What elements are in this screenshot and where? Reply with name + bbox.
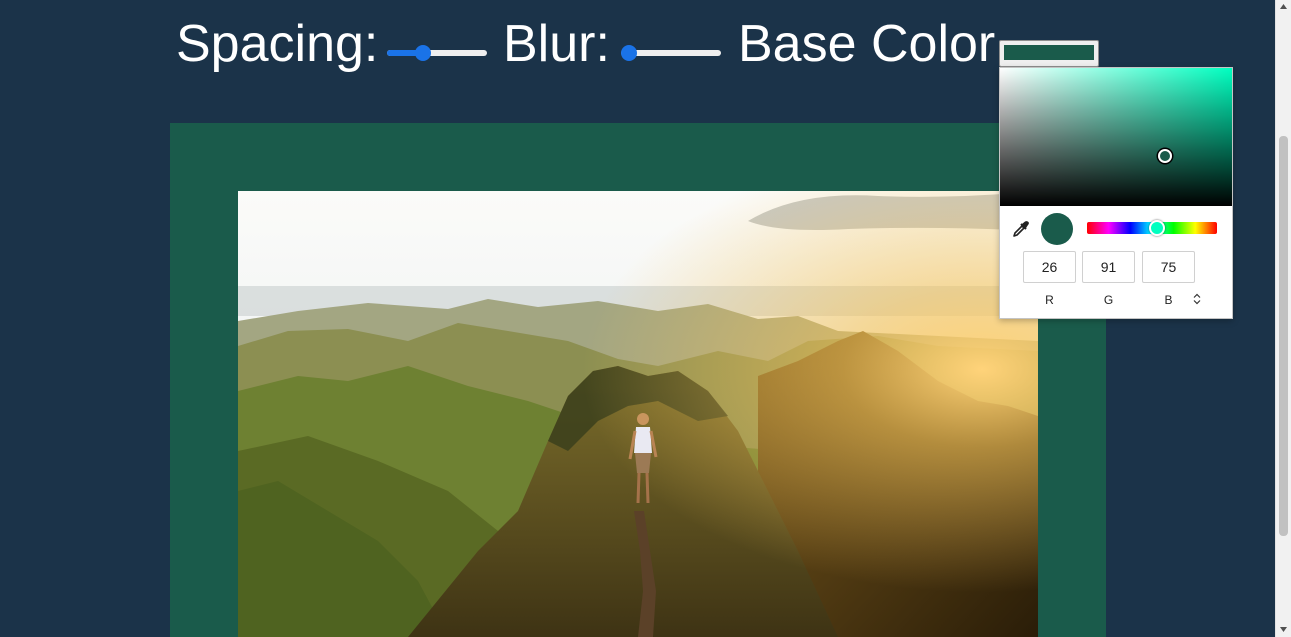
saturation-brightness-area[interactable] — [1000, 68, 1232, 206]
eyedropper-icon[interactable] — [1012, 220, 1030, 238]
base-color-swatch — [1004, 45, 1094, 60]
green-channel-label: G — [1103, 293, 1114, 307]
scroll-up-arrow-icon[interactable] — [1276, 0, 1291, 14]
red-channel-label: R — [1045, 293, 1054, 307]
color-preview — [1041, 213, 1073, 245]
red-channel-input[interactable] — [1023, 251, 1076, 283]
blue-channel-input[interactable] — [1142, 251, 1195, 283]
scroll-down-arrow-icon[interactable] — [1276, 623, 1291, 637]
blur-slider[interactable] — [621, 45, 721, 61]
up-down-arrows-icon[interactable] — [1191, 292, 1203, 306]
blue-channel-label: B — [1164, 293, 1173, 307]
spacing-slider[interactable] — [387, 45, 487, 61]
base-color-input[interactable] — [999, 40, 1099, 67]
spacing-slider-track — [387, 50, 487, 56]
color-picker-popup: R G B — [999, 67, 1233, 319]
green-channel-input[interactable] — [1082, 251, 1135, 283]
page-scrollbar[interactable] — [1275, 0, 1291, 637]
blur-slider-thumb[interactable] — [621, 45, 637, 61]
base-color-label: Base Color — [738, 15, 996, 73]
scrollbar-thumb[interactable] — [1279, 136, 1288, 536]
spacing-label: Spacing: — [176, 15, 379, 73]
hiker-photo — [238, 191, 1038, 637]
blur-label: Blur: — [503, 15, 610, 73]
saturation-brightness-handle[interactable] — [1157, 149, 1172, 164]
spacing-slider-thumb[interactable] — [414, 45, 431, 61]
